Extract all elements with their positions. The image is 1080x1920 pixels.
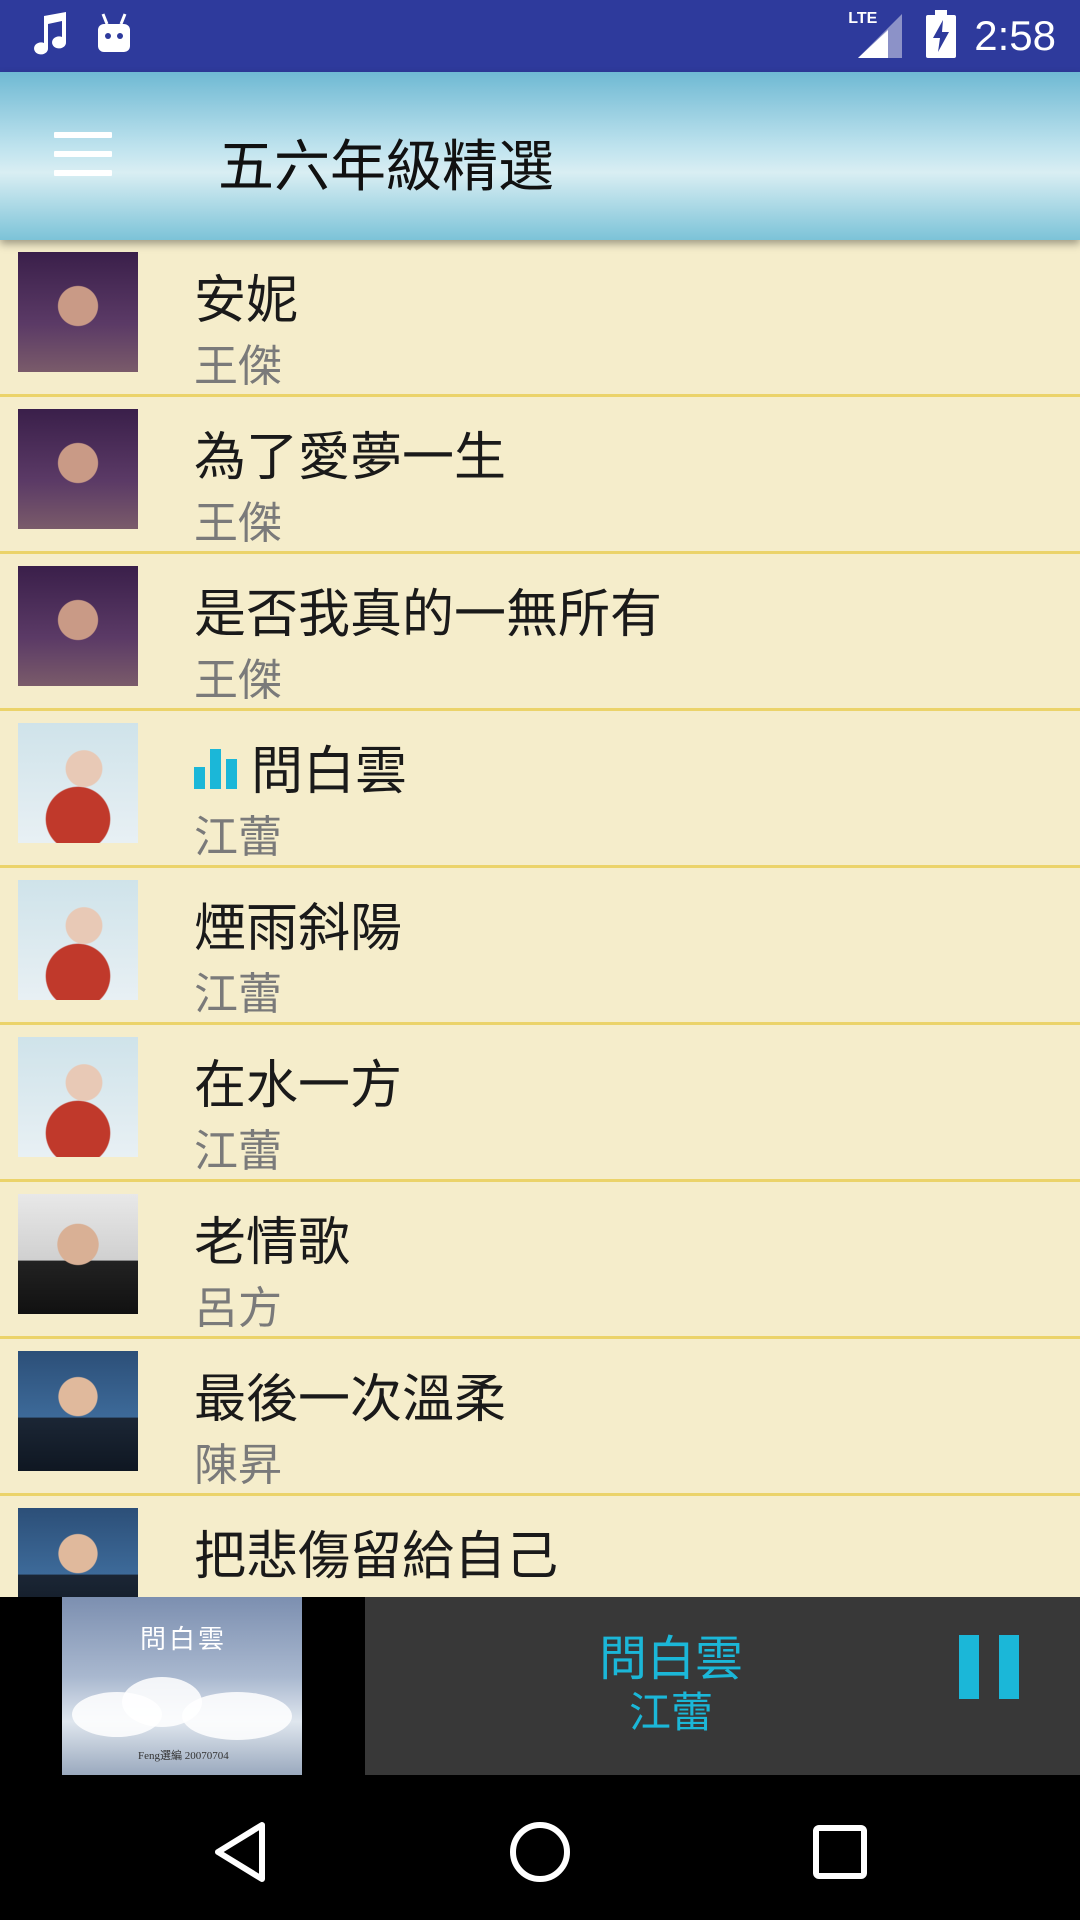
- list-item[interactable]: 安妮 王傑: [0, 240, 1080, 397]
- list-item[interactable]: 老情歌 呂方: [0, 1182, 1080, 1339]
- list-item[interactable]: 在水一方 江蕾: [0, 1025, 1080, 1182]
- music-note-icon: [30, 12, 70, 60]
- song-artist: 江蕾: [194, 1126, 282, 1177]
- album-thumbnail: [18, 1508, 138, 1597]
- lte-signal-icon: LTE: [848, 10, 908, 62]
- album-art-title: 問白雲: [140, 1625, 228, 1655]
- status-bar: LTE 2:58: [0, 0, 1080, 72]
- list-item[interactable]: 煙雨斜陽 江蕾: [0, 868, 1080, 1025]
- list-item[interactable]: 為了愛夢一生 王傑: [0, 397, 1080, 554]
- hamburger-menu-icon[interactable]: [54, 132, 112, 176]
- song-title: 是否我真的一無所有: [194, 585, 663, 645]
- song-title: 問白雲: [194, 729, 407, 804]
- recents-icon[interactable]: [805, 1817, 875, 1887]
- list-item[interactable]: 最後一次溫柔 陳昇: [0, 1339, 1080, 1496]
- song-artist: 呂方: [194, 1283, 282, 1334]
- album-thumbnail: [18, 409, 138, 529]
- album-thumbnail: [18, 723, 138, 843]
- list-item[interactable]: 把悲傷留給自己: [0, 1496, 1080, 1597]
- now-playing-info[interactable]: 問白雲 江蕾: [365, 1597, 1080, 1775]
- album-thumbnail: [18, 1037, 138, 1157]
- song-title: 在水一方: [194, 1056, 403, 1116]
- equalizer-icon: [194, 745, 237, 789]
- album-art-caption: Feng選編 20070704: [138, 1750, 229, 1762]
- page-title: 五六年級精選: [218, 135, 554, 200]
- list-item[interactable]: 是否我真的一無所有 王傑: [0, 554, 1080, 711]
- song-title: 煙雨斜陽: [194, 899, 403, 959]
- back-icon[interactable]: [206, 1817, 276, 1887]
- status-time: 2:58: [974, 12, 1056, 59]
- home-icon[interactable]: [505, 1817, 575, 1887]
- pause-icon[interactable]: [959, 1635, 1019, 1699]
- song-artist: 江蕾: [194, 969, 282, 1020]
- album-thumbnail: [18, 1351, 138, 1471]
- album-thumbnail: [18, 880, 138, 1000]
- app-bar: 五六年級精選: [0, 72, 1080, 240]
- album-thumbnail: [18, 566, 138, 686]
- now-playing-artist: 江蕾: [628, 1688, 713, 1737]
- song-artist: 江蕾: [194, 812, 282, 863]
- song-list[interactable]: 安妮 王傑 為了愛夢一生 王傑 是否我真的一無所有 王傑 問白雲 江蕾 煙雨斜陽…: [0, 240, 1080, 1597]
- battery-charging-icon: [926, 10, 957, 62]
- song-title: 為了愛夢一生: [194, 428, 507, 488]
- song-title: 把悲傷留給自己: [194, 1527, 559, 1587]
- song-title: 最後一次溫柔: [194, 1370, 507, 1430]
- now-playing-album-art[interactable]: 問白雲 Feng選編 20070704: [62, 1597, 302, 1775]
- song-artist: 王傑: [194, 655, 282, 706]
- song-artist: 王傑: [194, 498, 282, 549]
- album-thumbnail: [18, 252, 138, 372]
- navigation-bar: [0, 1775, 1080, 1920]
- song-artist: 王傑: [194, 341, 282, 392]
- android-icon: [94, 12, 134, 60]
- song-title: 安妮: [194, 271, 299, 331]
- now-playing-bar[interactable]: 問白雲 Feng選編 20070704 問白雲 江蕾: [0, 1597, 1080, 1775]
- list-item-now-playing[interactable]: 問白雲 江蕾: [0, 711, 1080, 868]
- song-artist: 陳昇: [194, 1440, 282, 1491]
- song-title: 老情歌: [194, 1213, 351, 1273]
- album-thumbnail: [18, 1194, 138, 1314]
